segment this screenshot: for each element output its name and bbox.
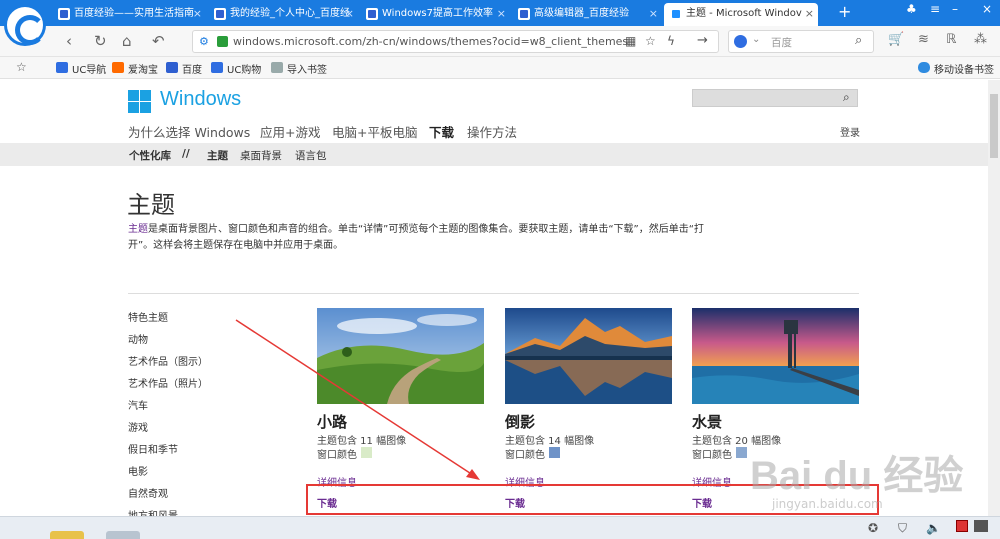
qr-code-icon[interactable]: ▦ [625, 34, 636, 48]
close-tab-icon[interactable]: × [649, 3, 658, 25]
tab-label: 我的经验_个人中心_百度经 [230, 8, 350, 19]
scrollbar[interactable] [988, 80, 1000, 516]
close-tab-icon[interactable]: × [193, 3, 202, 25]
cart-icon[interactable]: 🛒 [888, 32, 904, 47]
ime-icon[interactable] [956, 520, 968, 532]
scrollbar-thumb[interactable] [990, 94, 998, 158]
import-icon [271, 62, 283, 73]
apps-grid-icon[interactable]: ⁂ [974, 32, 987, 47]
baidu-favicon [518, 8, 530, 20]
bookmark-star-icon[interactable]: ☆ [16, 60, 27, 74]
tab-windows7[interactable]: Windows7提高工作效率 × [360, 3, 510, 26]
tab-label: 主题 - Microsoft Windov [686, 8, 802, 19]
baidu-icon [166, 62, 178, 73]
bookmark-label: UC导航 [72, 65, 107, 76]
refresh-icon[interactable]: ↻ [94, 32, 107, 50]
bookmark-label: 爱淘宝 [128, 65, 158, 76]
taskbar-app-icon[interactable] [106, 531, 140, 539]
chevron-down-icon[interactable]: ⌄ [752, 34, 760, 45]
undo-icon[interactable]: ↶ [152, 32, 165, 50]
taskbar-folder-icon[interactable] [50, 531, 84, 539]
search-box[interactable]: ⌄ 百度 ⌕ [728, 30, 874, 53]
url-text[interactable]: windows.microsoft.com/zh-cn/windows/them… [233, 35, 628, 48]
tab-baidu-jingyan[interactable]: 百度经验——实用生活指南 × [52, 3, 206, 26]
mobile-bookmarks[interactable]: 移动设备书签 [918, 61, 994, 76]
uc-icon [56, 62, 68, 73]
bookmark-label: UC购物 [227, 65, 262, 76]
tray-icon[interactable]: ✪ [868, 521, 878, 535]
bookmark-label: 导入书签 [287, 65, 327, 76]
back-icon[interactable]: ‹ [66, 32, 72, 50]
search-icon[interactable]: ⌕ [855, 33, 862, 48]
extension-icon[interactable]: ℝ [946, 32, 956, 47]
bookmark-uc-shopping[interactable]: UC购物 [211, 61, 261, 76]
cloud-icon [918, 62, 930, 73]
flash-icon[interactable]: ϟ [667, 34, 675, 48]
tray-shield-icon[interactable]: ⛉ [898, 521, 907, 536]
tab-microsoft-themes[interactable]: 主题 - Microsoft Windov × [664, 3, 818, 26]
tab-label: 百度经验——实用生活指南 [74, 8, 194, 19]
address-bar[interactable]: ⚙ windows.microsoft.com/zh-cn/windows/th… [192, 30, 719, 53]
windows-favicon [670, 8, 682, 20]
skin-icon[interactable]: ♣ [906, 2, 917, 16]
close-tab-icon[interactable]: × [805, 3, 814, 25]
taskbar: ✪ ⛉ 🔈 [0, 516, 1000, 539]
tab-my-jingyan[interactable]: 我的经验_个人中心_百度经 × [208, 3, 358, 26]
wifi-icon[interactable]: ≋ [918, 32, 929, 47]
uc-browser-logo[interactable] [4, 4, 46, 46]
tab-editor[interactable]: 高级编辑器_百度经验 × [512, 3, 662, 26]
bookmark-label: 百度 [182, 65, 202, 76]
baidu-favicon [214, 8, 226, 20]
tab-label: 高级编辑器_百度经验 [534, 8, 629, 19]
page-info-icon[interactable]: ⚙ [199, 35, 209, 48]
search-engine-label: 百度 [771, 37, 792, 49]
star-icon[interactable]: ☆ [645, 34, 656, 48]
baidu-watermark-url: jingyan.baidu.com [772, 497, 883, 511]
menu-icon[interactable]: ≡ [930, 2, 940, 16]
close-tab-icon[interactable]: × [497, 3, 506, 25]
tray-window-icon[interactable] [974, 520, 988, 532]
tab-label: Windows7提高工作效率 [382, 8, 494, 19]
new-tab-button[interactable]: + [838, 2, 851, 21]
bookmark-import[interactable]: 导入书签 [271, 61, 327, 76]
taobao-icon [112, 62, 124, 73]
secure-check-icon [217, 36, 228, 47]
minimize-icon[interactable]: – [952, 2, 958, 16]
navigation-bar: ‹ ↻ ⌂ ↶ ⚙ windows.microsoft.com/zh-cn/wi… [0, 26, 1000, 57]
tab-bar: 百度经验——实用生活指南 × 我的经验_个人中心_百度经 × Windows7提… [0, 0, 1000, 26]
baidu-favicon [58, 8, 70, 20]
close-tab-icon[interactable]: × [345, 3, 354, 25]
bookmark-uc-nav[interactable]: UC导航 [56, 61, 106, 76]
bookmarks-bar: ☆ UC导航 爱淘宝 百度 UC购物 导入书签 移动设备书签 [0, 57, 1000, 79]
volume-icon[interactable]: 🔈 [926, 521, 941, 535]
uc-icon [211, 62, 223, 73]
baidu-favicon [366, 8, 378, 20]
bookmark-aitaobao[interactable]: 爱淘宝 [112, 61, 158, 76]
bookmark-label: 移动设备书签 [934, 65, 994, 76]
baidu-paw-icon[interactable] [734, 35, 747, 48]
close-window-icon[interactable]: × [982, 2, 992, 16]
go-arrow-icon[interactable]: → [697, 33, 708, 48]
home-icon[interactable]: ⌂ [122, 32, 132, 50]
baidu-watermark: Bai du 经验 [750, 454, 964, 498]
bookmark-baidu[interactable]: 百度 [166, 61, 202, 76]
